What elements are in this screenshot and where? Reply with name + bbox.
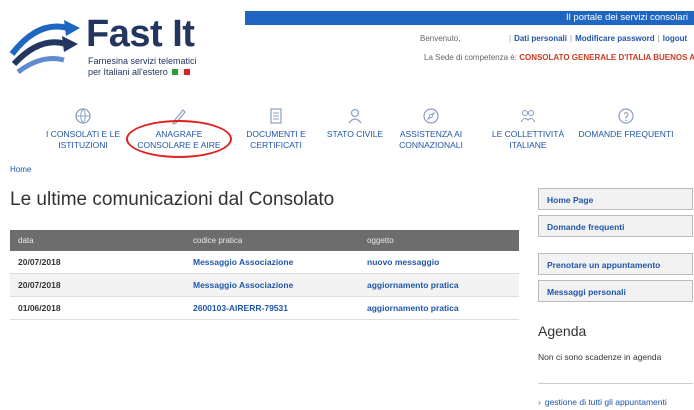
nav-consolati[interactable]: I CONSOLATI E LE ISTITUZIONI: [38, 107, 128, 150]
cell-code-link[interactable]: 2600103-AIRERR-79531: [185, 296, 359, 320]
document-icon: [270, 108, 282, 124]
table-row: 20/07/2018 Messaggio Associazione aggior…: [10, 273, 519, 297]
logout-link[interactable]: logout: [663, 34, 687, 43]
cell-date: 20/07/2018: [10, 273, 185, 297]
nav-stato-civile[interactable]: STATO CIVILE: [318, 107, 392, 140]
seat-value: CONSOLATO GENERALE D'ITALIA BUENOS AIRES: [519, 53, 694, 62]
nav-label: ASSISTENZA AI CONNAZIONALI: [399, 129, 463, 150]
logo-arrows-icon: [9, 20, 80, 75]
column-header: data: [10, 230, 185, 251]
compass-icon: [423, 108, 439, 124]
table-row: 01/06/2018 2600103-AIRERR-79531 aggiorna…: [10, 296, 519, 320]
brand-title: Fast It: [86, 13, 195, 55]
seat-info: La Sede di competenza è: CONSOLATO GENER…: [424, 53, 694, 62]
agenda-title: Agenda: [538, 323, 587, 339]
cell-code-link[interactable]: Messaggio Associazione: [185, 273, 359, 297]
globe-icon: [75, 108, 91, 124]
question-icon: [618, 108, 634, 124]
agenda-empty-text: Non ci sono scadenze in agenda: [538, 352, 662, 362]
nav-domande[interactable]: DOMANDE FREQUENTI: [576, 107, 676, 140]
nav-label: I CONSOLATI E LE ISTITUZIONI: [45, 129, 120, 150]
italian-flag-icon: [172, 67, 191, 78]
page-title: Le ultime comunicazioni dal Consolato: [10, 189, 335, 210]
cell-subject-link[interactable]: aggiornamento pratica: [359, 296, 519, 320]
table-row: 20/07/2018 Messaggio Associazione nuovo …: [10, 251, 519, 274]
nav-label: DOMANDE FREQUENTI: [578, 129, 674, 139]
highlight-circle: [126, 120, 232, 158]
nav-assistenza[interactable]: ASSISTENZA AI CONNAZIONALI: [392, 107, 470, 150]
nav-label: STATO CIVILE: [326, 129, 384, 139]
personal-data-link[interactable]: Dati personali: [514, 34, 567, 43]
cell-subject-link[interactable]: nuovo messaggio: [359, 251, 519, 274]
agenda-link[interactable]: › gestione di tutti gli appuntamenti: [538, 397, 667, 407]
column-header: codice pratica: [185, 230, 359, 251]
cell-date: 01/06/2018: [10, 296, 185, 320]
cell-date: 20/07/2018: [10, 251, 185, 274]
group-icon: [520, 109, 536, 123]
divider: [538, 383, 693, 384]
person-icon: [348, 108, 362, 124]
home-page-button[interactable]: Home Page: [538, 188, 693, 210]
book-appointment-button[interactable]: Prenotare un appuntamento: [538, 253, 693, 275]
change-password-link[interactable]: Modificare password: [575, 34, 655, 43]
chevron-right-icon: ›: [538, 397, 541, 407]
seat-label: La Sede di competenza è:: [424, 53, 517, 62]
cell-subject-link[interactable]: aggiornamento pratica: [359, 273, 519, 297]
column-header: oggetto: [359, 230, 519, 251]
nav-label: LE COLLETTIVITÀ ITALIANE: [491, 129, 565, 150]
faq-button[interactable]: Domande frequenti: [538, 215, 693, 237]
nav-documenti[interactable]: DOCUMENTI E CERTIFICATI: [236, 107, 316, 150]
brand-subtitle: Farnesina servizi telematici per Italian…: [88, 56, 208, 78]
user-links: | Dati personali | Modificare password | logo…: [509, 34, 688, 43]
nav-collettivita[interactable]: LE COLLETTIVITÀ ITALIANE: [488, 107, 568, 150]
agenda-link-label: gestione di tutti gli appuntamenti: [544, 397, 667, 407]
table-header-row: data codice pratica oggetto: [10, 230, 519, 251]
personal-messages-button[interactable]: Messaggi personali: [538, 280, 693, 302]
breadcrumb-home[interactable]: Home: [10, 165, 31, 174]
cell-code-link[interactable]: Messaggio Associazione: [185, 251, 359, 274]
portal-banner: Il portale dei servizi consolari: [245, 11, 694, 25]
communications-table: data codice pratica oggetto 20/07/2018 M…: [10, 230, 519, 320]
welcome-text: Benvenuto,: [420, 34, 461, 43]
nav-label: DOCUMENTI E CERTIFICATI: [246, 129, 306, 150]
